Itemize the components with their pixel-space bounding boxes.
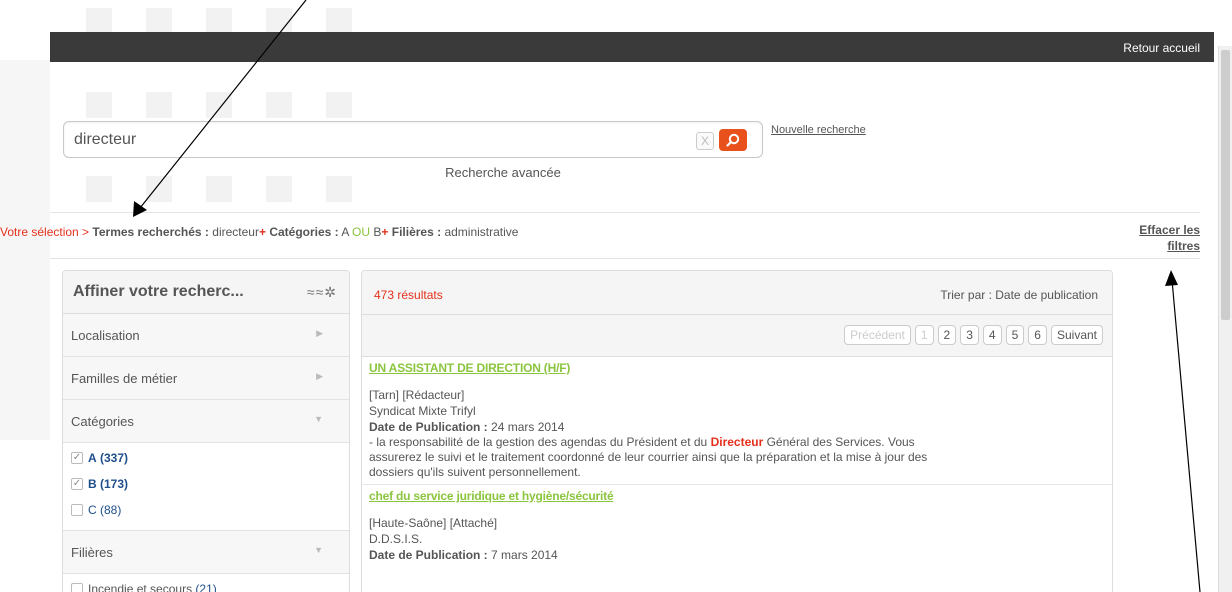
annotation-arrow-line (139, 0, 307, 209)
annotation-arrowhead (1165, 270, 1178, 286)
annotation-arrowhead (133, 201, 147, 217)
annotation-arrow-line (1171, 279, 1201, 592)
page: Retour accueil X Nouvelle recherche Rech… (0, 0, 1232, 592)
annotation-arrows (133, 0, 1201, 592)
